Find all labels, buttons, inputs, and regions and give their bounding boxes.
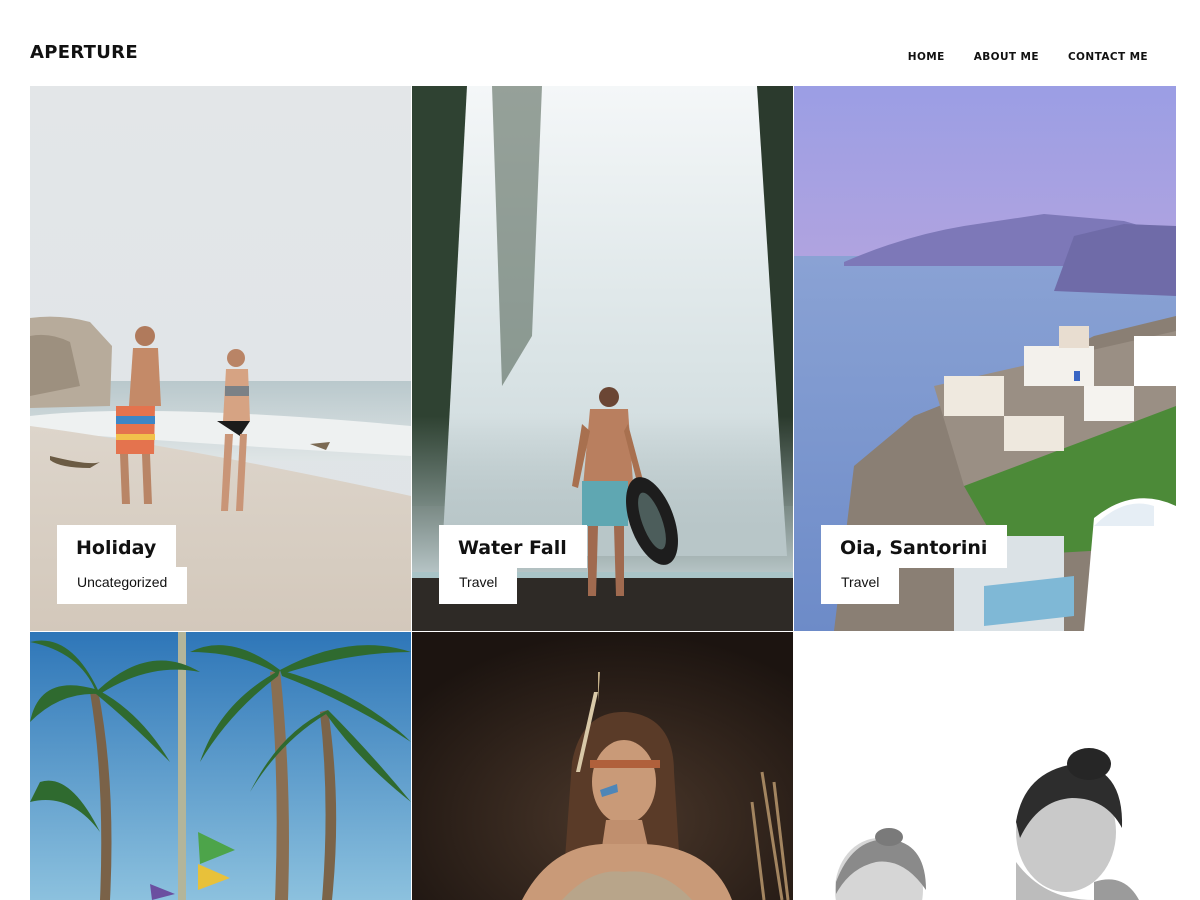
post-card-water-fall[interactable]: Water Fall Travel <box>412 86 793 631</box>
post-thumbnail <box>412 632 793 900</box>
nav-contact-me[interactable]: CONTACT ME <box>1068 51 1148 63</box>
post-card-bw-couple[interactable] <box>794 632 1176 900</box>
nav-about-me[interactable]: ABOUT ME <box>974 51 1039 63</box>
post-card-palm-trees[interactable] <box>30 632 411 900</box>
post-title[interactable]: Water Fall <box>439 525 587 568</box>
nav-home[interactable]: HOME <box>908 51 945 63</box>
site-logo[interactable]: APERTURE <box>30 42 138 63</box>
main-nav: HOME ABOUT ME CONTACT ME <box>908 51 1148 63</box>
post-category[interactable]: Travel <box>821 567 900 604</box>
post-category[interactable]: Travel <box>439 567 518 604</box>
post-caption: Holiday Uncategorized <box>57 525 188 604</box>
post-caption: Oia, Santorini Travel <box>821 525 1008 604</box>
post-card-holiday[interactable]: Holiday Uncategorized <box>30 86 411 631</box>
post-title[interactable]: Oia, Santorini <box>821 525 1008 568</box>
post-category[interactable]: Uncategorized <box>57 567 188 604</box>
post-caption: Water Fall Travel <box>439 525 587 604</box>
post-card-woman-feathers[interactable] <box>412 632 793 900</box>
post-card-oia-santorini[interactable]: Oia, Santorini Travel <box>794 86 1176 631</box>
post-title[interactable]: Holiday <box>57 525 177 568</box>
site-header: APERTURE HOME ABOUT ME CONTACT ME <box>0 0 1200 86</box>
post-thumbnail <box>794 632 1176 900</box>
post-thumbnail <box>30 632 411 900</box>
